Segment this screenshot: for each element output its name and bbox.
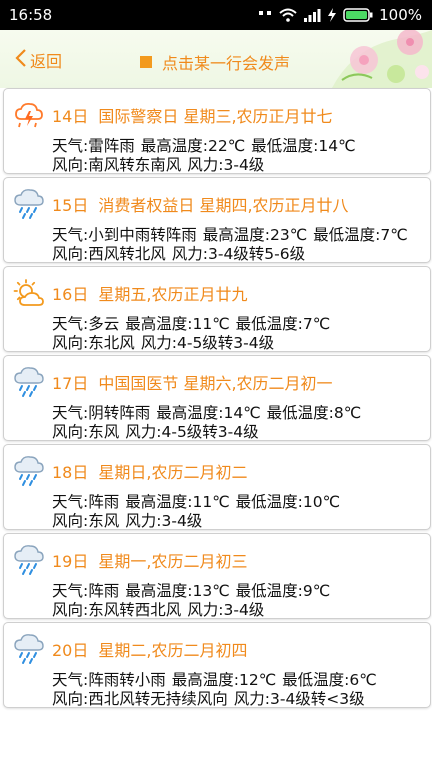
forecast-desc: 中国国医节 星期六,农历二月初一 bbox=[98, 374, 333, 393]
forecast-day: 14日 bbox=[52, 107, 89, 126]
status-time: 16:58 bbox=[9, 6, 53, 24]
wind-line: 风向:东风转西北风 风力:3-4级 bbox=[52, 598, 264, 620]
wind-dir-label: 风向: bbox=[52, 690, 89, 708]
wind-force-label: 风力: bbox=[171, 245, 208, 263]
forecast-title: 18日 星期日,农历二月初二 bbox=[52, 459, 247, 483]
wind-dir-value: 东风 bbox=[88, 423, 120, 441]
low-label: 最低温度: bbox=[235, 493, 303, 511]
wind-line: 风向:东风 风力:3-4级 bbox=[52, 509, 202, 531]
wind-dir-value: 东风 bbox=[88, 512, 120, 530]
forecast-title: 16日 星期五,农历正月廿九 bbox=[52, 281, 247, 305]
forecast-desc: 星期日,农历二月初二 bbox=[98, 463, 248, 482]
hint-text: 点击某一行会发声 bbox=[162, 54, 291, 73]
battery-icon bbox=[343, 8, 373, 22]
low-value: 10℃ bbox=[302, 493, 340, 511]
wind-dir-label: 风向: bbox=[52, 423, 89, 441]
chevron-left-icon bbox=[14, 48, 30, 72]
forecast-desc: 星期二,农历二月初四 bbox=[98, 641, 248, 660]
forecast-day: 19日 bbox=[52, 552, 89, 571]
wind-dir-value: 西风转北风 bbox=[88, 245, 166, 263]
wind-force-label: 风力: bbox=[140, 334, 177, 352]
wind-force-label: 风力: bbox=[125, 423, 162, 441]
forecast-desc: 消费者权益日 星期四,农历正月廿八 bbox=[98, 196, 349, 215]
low-value: 7℃ bbox=[302, 315, 331, 333]
forecast-day: 20日 bbox=[52, 641, 89, 660]
partly-cloudy-icon bbox=[12, 277, 46, 311]
wind-force-label: 风力: bbox=[125, 512, 162, 530]
app-header: 返回 点击某一行会发声 bbox=[0, 30, 432, 88]
hint: 点击某一行会发声 bbox=[140, 50, 290, 74]
wind-line: 风向:西北风转无持续风向 风力:3-4级转<3级 bbox=[52, 687, 365, 709]
rain-cloud-icon bbox=[12, 188, 46, 222]
wind-force-value: 3-4级 bbox=[223, 156, 265, 174]
wind-force-value: 3-4级 bbox=[223, 601, 265, 619]
forecast-title: 20日 星期二,农历二月初四 bbox=[52, 637, 247, 661]
low-label: 最低温度: bbox=[313, 226, 381, 244]
wind-dir-value: 东北风 bbox=[88, 334, 135, 352]
wind-force-value: 4-5级转3-4级 bbox=[176, 334, 275, 352]
forecast-row[interactable]: 15日 消费者权益日 星期四,农历正月廿八 天气:小到中雨转阵雨 最高温度:23℃ 最低… bbox=[3, 177, 431, 263]
low-value: 8℃ bbox=[333, 404, 362, 422]
charging-icon bbox=[327, 8, 337, 22]
rain-cloud-icon bbox=[12, 544, 46, 578]
battery-percent: 100% bbox=[379, 6, 422, 24]
forecast-desc: 星期一,农历二月初三 bbox=[98, 552, 248, 571]
status-bar: 16:58 100% bbox=[0, 0, 432, 30]
wind-force-label: 风力: bbox=[233, 690, 270, 708]
wind-force-label: 风力: bbox=[187, 601, 224, 619]
sim-signal-icon bbox=[257, 9, 273, 21]
forecast-day: 18日 bbox=[52, 463, 89, 482]
wind-force-value: 3-4级转5-6级 bbox=[207, 245, 306, 263]
forecast-row[interactable]: 19日 星期一,农历二月初三 天气:阵雨 最高温度:13℃ 最低温度:9℃ 风向:东风转西… bbox=[3, 533, 431, 619]
forecast-day: 16日 bbox=[52, 285, 89, 304]
forecast-row[interactable]: 18日 星期日,农历二月初二 天气:阵雨 最高温度:11℃ 最低温度:10℃ 风向:东风风… bbox=[3, 444, 431, 530]
flower-decoration-icon bbox=[332, 30, 432, 88]
wind-force-label: 风力: bbox=[187, 156, 224, 174]
wind-dir-label: 风向: bbox=[52, 601, 89, 619]
forecast-day: 15日 bbox=[52, 196, 89, 215]
wind-line: 风向:东北风 风力:4-5级转3-4级 bbox=[52, 331, 274, 353]
wind-dir-label: 风向: bbox=[52, 334, 89, 352]
orange-square-icon bbox=[140, 56, 152, 68]
low-value: 14℃ bbox=[318, 137, 356, 155]
wind-force-value: 3-4级 bbox=[161, 512, 203, 530]
wind-force-value: 3-4级转<3级 bbox=[269, 690, 365, 708]
forecast-title: 14日 国际警察日 星期三,农历正月廿七 bbox=[52, 103, 333, 127]
status-icons: 100% bbox=[257, 6, 422, 24]
forecast-title: 15日 消费者权益日 星期四,农历正月廿八 bbox=[52, 192, 349, 216]
wind-line: 风向:西风转北风 风力:3-4级转5-6级 bbox=[52, 242, 305, 264]
low-value: 7℃ bbox=[380, 226, 408, 244]
low-label: 最低温度: bbox=[266, 404, 334, 422]
rain-cloud-icon bbox=[12, 455, 46, 489]
forecast-desc: 国际警察日 星期三,农历正月廿七 bbox=[98, 107, 333, 126]
forecast-title: 17日 中国国医节 星期六,农历二月初一 bbox=[52, 370, 333, 394]
rain-cloud-icon bbox=[12, 633, 46, 667]
forecast-row[interactable]: 14日 国际警察日 星期三,农历正月廿七 天气:雷阵雨 最高温度:22℃ 最低温度:14… bbox=[3, 88, 431, 174]
low-value: 9℃ bbox=[302, 582, 331, 600]
back-button[interactable]: 返回 bbox=[14, 48, 62, 72]
forecast-desc: 星期五,农历正月廿九 bbox=[98, 285, 248, 304]
wind-dir-value: 东风转西北风 bbox=[88, 601, 182, 619]
wind-dir-value: 西北风转无持续风向 bbox=[88, 690, 228, 708]
forecast-day: 17日 bbox=[52, 374, 89, 393]
wind-dir-label: 风向: bbox=[52, 512, 89, 530]
rain-cloud-icon bbox=[12, 366, 46, 400]
forecast-row[interactable]: 17日 中国国医节 星期六,农历二月初一 天气:阴转阵雨 最高温度:14℃ 最低温度:8… bbox=[3, 355, 431, 441]
wind-dir-label: 风向: bbox=[52, 245, 89, 263]
forecast-row[interactable]: 20日 星期二,农历二月初四 天气:阵雨转小雨 最高温度:12℃ 最低温度:6℃ 风向:西… bbox=[3, 622, 431, 708]
wind-dir-value: 南风转东南风 bbox=[88, 156, 182, 174]
wind-line: 风向:东风 风力:4-5级转3-4级 bbox=[52, 420, 259, 442]
wind-force-value: 4-5级转3-4级 bbox=[161, 423, 259, 441]
wifi-icon bbox=[279, 8, 297, 22]
cell-signal-icon bbox=[303, 8, 321, 22]
wind-line: 风向:南风转东南风 风力:3-4级 bbox=[52, 153, 264, 175]
forecast-row[interactable]: 16日 星期五,农历正月廿九 天气:多云 最高温度:11℃ 最低温度:7℃ 风向:东北风风… bbox=[3, 266, 431, 352]
thunderstorm-icon bbox=[12, 99, 46, 133]
forecast-title: 19日 星期一,农历二月初三 bbox=[52, 548, 247, 572]
wind-dir-label: 风向: bbox=[52, 156, 89, 174]
back-label: 返回 bbox=[30, 52, 63, 71]
